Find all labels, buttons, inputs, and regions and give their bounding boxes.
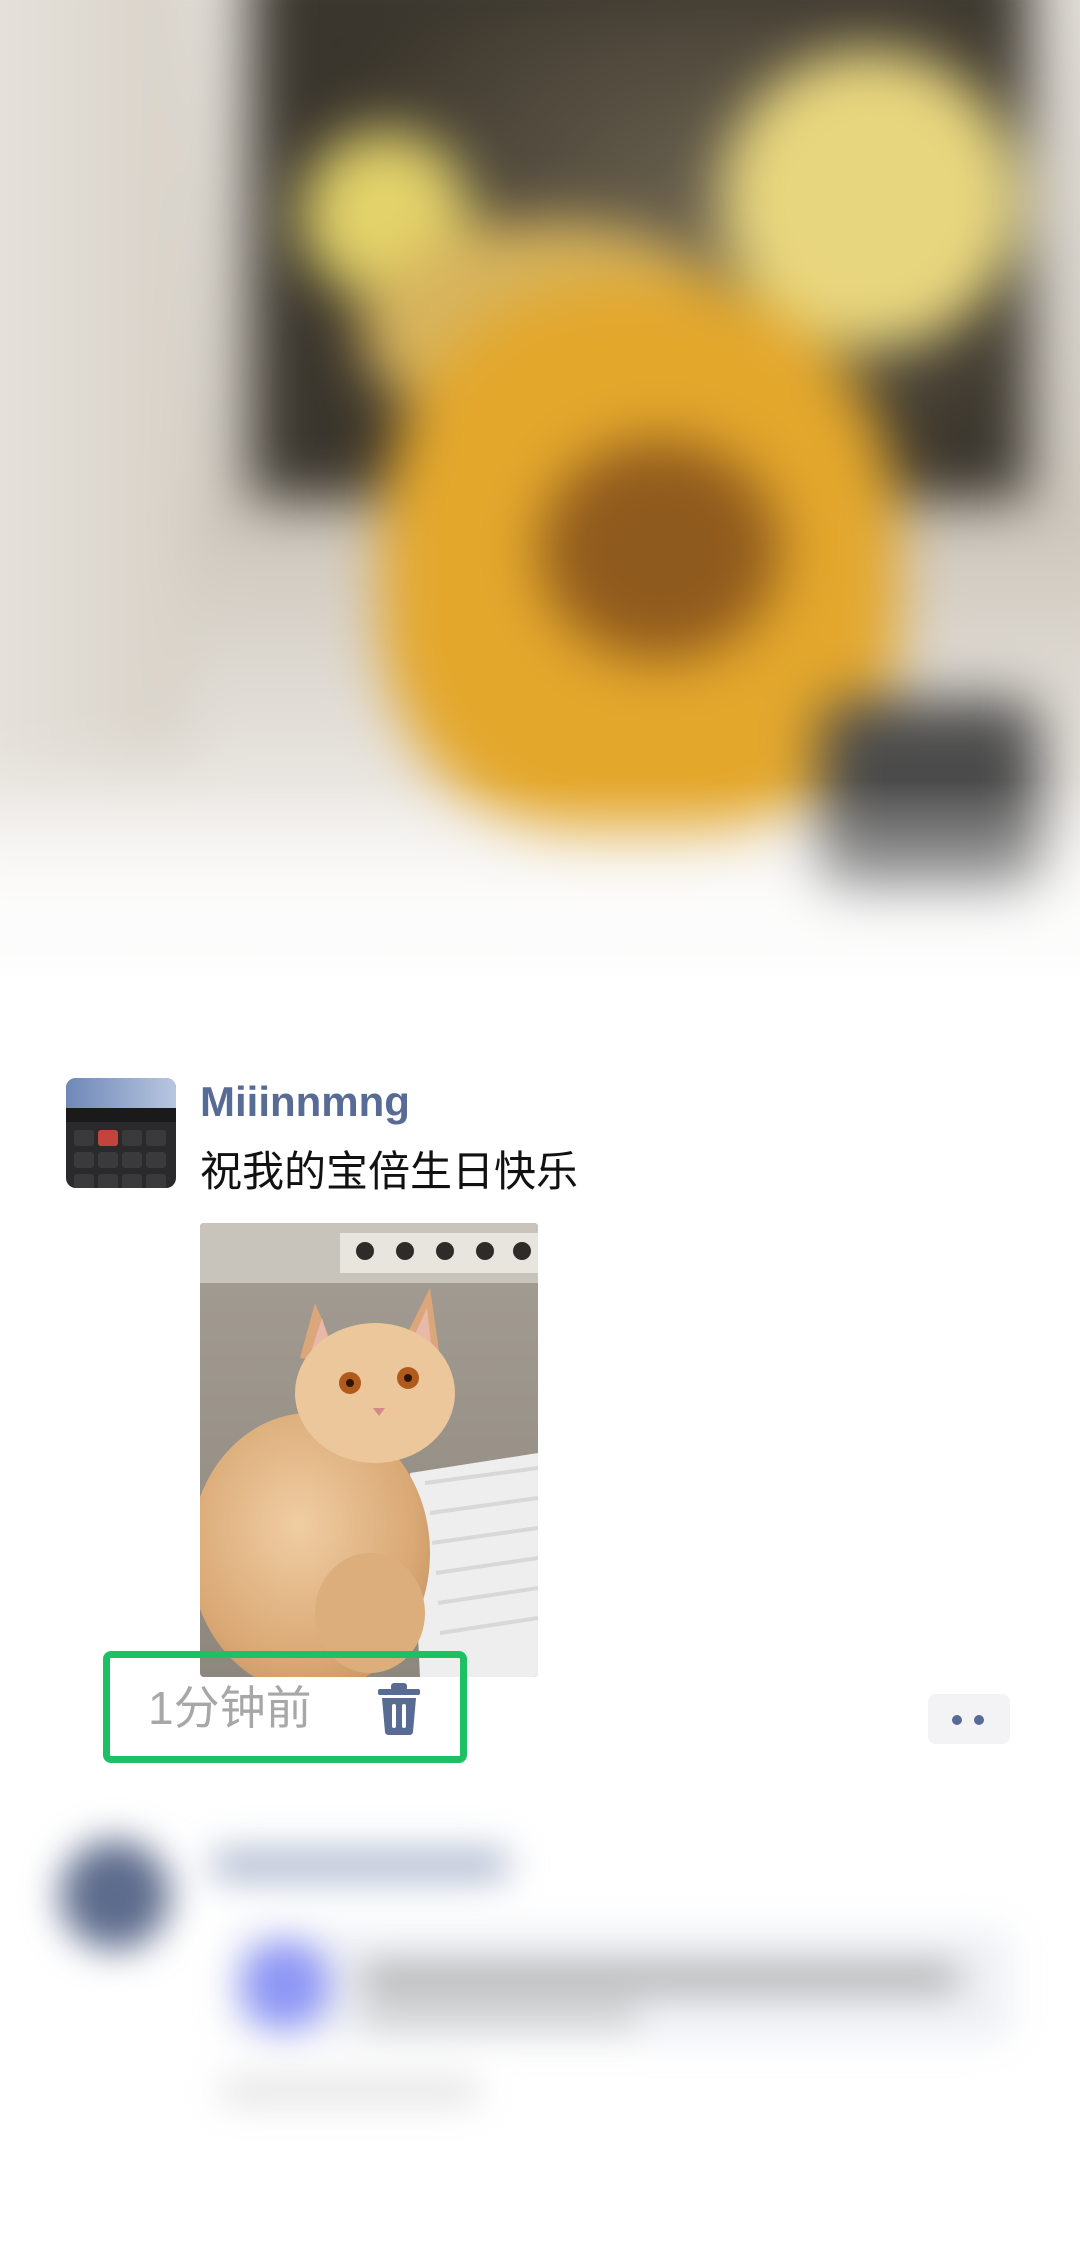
user-avatar[interactable] [66, 1078, 176, 1188]
trash-icon[interactable] [374, 1682, 424, 1736]
cat-photo-icon [200, 1223, 538, 1677]
post-photo[interactable] [200, 1223, 538, 1677]
post-text: 祝我的宝倍生日快乐 [200, 1148, 579, 1195]
post-username[interactable]: Miiinnmng [200, 1076, 410, 1128]
timestamp-highlight: 1分钟前 [103, 1651, 467, 1763]
more-dots-icon[interactable] [928, 1694, 1010, 1744]
next-post-blurred [0, 1780, 1080, 2246]
moments-page: Miiinnmng 祝我的宝倍生日快乐 1分钟前 [0, 0, 1080, 2246]
post-timestamp: 1分钟前 [148, 1682, 312, 1734]
cover-photo[interactable] [0, 0, 1080, 1000]
